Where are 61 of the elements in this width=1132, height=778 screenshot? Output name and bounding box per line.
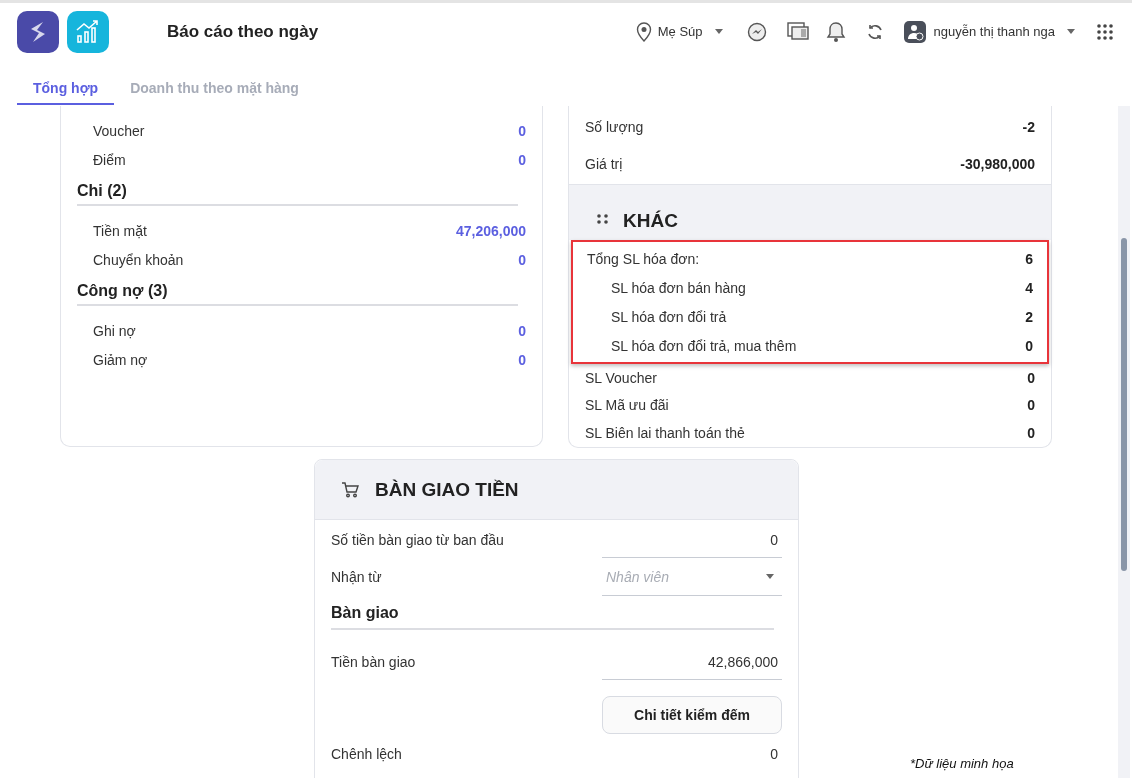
row-label: SL hóa đơn đổi trả xyxy=(610,309,727,326)
row-value: 6 xyxy=(1025,251,1033,268)
user-menu[interactable]: nguyễn thị thanh nga xyxy=(933,24,1055,39)
row-label: Voucher xyxy=(93,122,145,139)
chat-bubble-icon[interactable] xyxy=(746,21,767,42)
row-value: 0 xyxy=(518,351,526,368)
row-value: -2 xyxy=(1022,118,1035,135)
cart-icon xyxy=(341,481,359,498)
row-value: 47,206,000 xyxy=(455,222,526,239)
row-label: SL hóa đơn đổi trả, mua thêm xyxy=(610,338,797,355)
user-avatar-icon[interactable] xyxy=(903,20,926,43)
refresh-icon[interactable] xyxy=(865,22,884,41)
row-label: SL Voucher xyxy=(585,369,657,386)
row-value: 0 xyxy=(1027,397,1035,414)
row-value: 0 xyxy=(1027,369,1035,386)
row-label: Tổng SL hóa đơn: xyxy=(587,251,700,268)
row-value: -30,980,000 xyxy=(960,155,1035,172)
row-value: 0 xyxy=(518,151,526,168)
caret-icon[interactable] xyxy=(1067,29,1075,34)
scrollbar[interactable] xyxy=(1118,106,1130,778)
field-label: Tiền bàn giao xyxy=(331,654,416,670)
row-label: Chuyển khoản xyxy=(93,251,184,268)
row-label: Số lượng xyxy=(585,118,644,135)
screens-icon[interactable] xyxy=(786,21,809,42)
footnote: *Dữ liệu minh họa xyxy=(910,756,1014,771)
amount-field[interactable]: 42,866,000 xyxy=(602,644,782,680)
row-label: SL Mã ưu đãi xyxy=(585,397,669,414)
caret-icon[interactable] xyxy=(714,29,723,34)
row-value: 0 xyxy=(518,251,526,268)
field-label: Chênh lệch xyxy=(331,746,402,762)
row-value: 2 xyxy=(1025,309,1033,326)
row-value: 0 xyxy=(1027,425,1035,442)
row-label: Điểm xyxy=(93,151,126,168)
row-value: 4 xyxy=(1025,280,1033,297)
row-label: SL hóa đơn bán hàng xyxy=(610,280,746,297)
drag-handle-icon[interactable] xyxy=(597,213,609,224)
row-value: 0 xyxy=(1025,338,1033,355)
row-label: SL Biên lai thanh toán thẻ xyxy=(585,425,745,442)
field-label: Số tiền bàn giao từ ban đầu xyxy=(331,532,504,548)
count-details-button[interactable]: Chi tiết kiểm đếm xyxy=(602,696,782,734)
row-label: Ghi nợ xyxy=(93,322,136,339)
location-pin-icon[interactable] xyxy=(635,21,652,42)
row-label: Tiền mặt xyxy=(93,222,147,239)
field-label: Nhận từ xyxy=(331,569,382,585)
notification-bell-icon[interactable] xyxy=(825,20,846,43)
amount-field[interactable]: 0 xyxy=(602,522,782,558)
section-heading: Chi (2) xyxy=(77,181,128,201)
section-heading: Công nợ (3) xyxy=(77,281,169,301)
card-title: BÀN GIAO TIỀN xyxy=(375,478,519,501)
row-label: Giảm nợ xyxy=(93,351,148,368)
caret-icon[interactable] xyxy=(766,574,774,579)
field-value: 0 xyxy=(770,746,779,762)
subsection-heading: Bàn giao xyxy=(331,596,774,630)
app-logo[interactable] xyxy=(17,10,59,53)
section-title: KHÁC xyxy=(623,209,678,232)
row-label: Giá trị xyxy=(585,155,623,172)
row-value: 0 xyxy=(518,122,526,139)
store-selector[interactable]: Mẹ Súp xyxy=(657,24,703,39)
row-value: 0 xyxy=(518,322,526,339)
apps-grid-icon[interactable] xyxy=(1097,23,1113,40)
page-title: Báo cáo theo ngày xyxy=(167,21,320,42)
